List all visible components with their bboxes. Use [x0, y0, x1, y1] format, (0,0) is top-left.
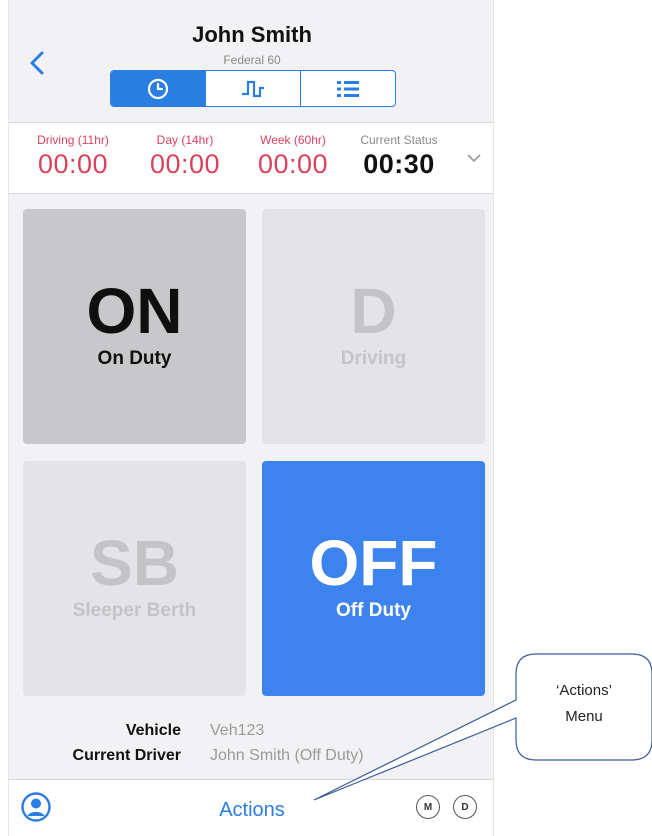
sleeper-berth-code: SB: [90, 527, 179, 599]
driving-code: D: [350, 275, 397, 347]
off-duty-label: Off Duty: [336, 600, 411, 621]
list-icon: [337, 80, 359, 97]
list-tab[interactable]: [300, 71, 395, 106]
on-duty-code: ON: [86, 275, 183, 347]
driving-clock-value: 00:00: [37, 149, 109, 179]
driver-name: John Smith: [192, 22, 312, 47]
current-status-value: 00:30: [363, 149, 435, 179]
d-badge-button[interactable]: D: [453, 795, 477, 819]
bottom-toolbar: Actions M D: [9, 779, 493, 836]
m-badge-button[interactable]: M: [416, 795, 440, 819]
vehicle-value: Veh123: [210, 722, 265, 739]
eld-app-screen: John Smith Federal 60 Driving (11hr) 00:…: [8, 0, 494, 836]
driving-clock-label: Driving (11hr): [37, 133, 109, 147]
current-driver-value: John Smith (Off Duty): [210, 747, 364, 764]
callout-text: ‘Actions’ Menu: [518, 678, 650, 730]
callout-line-2: Menu: [565, 708, 603, 725]
week-clock-label: Week (60hr): [260, 133, 326, 147]
view-segmented-control: [110, 70, 396, 107]
log-graph-icon: [242, 80, 264, 97]
driving-clock: Driving (11hr) 00:00: [21, 133, 125, 180]
ruleset-label: Federal 60: [223, 53, 281, 67]
current-status-label: Current Status: [360, 133, 438, 147]
day-clock-value: 00:00: [149, 149, 221, 179]
driving-label: Driving: [340, 348, 407, 369]
clock-tab[interactable]: [111, 71, 205, 106]
clock-icon: [147, 78, 169, 99]
on-duty-status-tile[interactable]: ON On Duty: [23, 209, 246, 444]
app-header: John Smith Federal 60: [9, 0, 493, 122]
day-clock-label: Day (14hr): [156, 133, 214, 147]
current-driver-label: Current Driver: [72, 747, 181, 764]
hos-clocks-bar: Driving (11hr) 00:00 Day (14hr) 00:00 We…: [9, 122, 493, 194]
off-duty-code: OFF: [309, 527, 438, 599]
graph-tab[interactable]: [205, 71, 300, 106]
current-status-clock: Current Status 00:30: [345, 133, 453, 180]
week-clock: Week (60hr) 00:00: [241, 133, 345, 180]
week-clock-value: 00:00: [257, 149, 329, 179]
on-duty-label: On Duty: [97, 348, 172, 369]
chevron-down-icon[interactable]: [467, 153, 481, 163]
sleeper-berth-status-tile[interactable]: SB Sleeper Berth: [23, 461, 246, 696]
day-clock: Day (14hr) 00:00: [133, 133, 237, 180]
sleeper-berth-label: Sleeper Berth: [72, 600, 197, 621]
vehicle-label: Vehicle: [125, 722, 181, 739]
off-duty-status-tile[interactable]: OFF Off Duty: [262, 461, 485, 696]
driving-status-tile[interactable]: D Driving: [262, 209, 485, 444]
callout-line-1: ‘Actions’: [556, 682, 612, 699]
